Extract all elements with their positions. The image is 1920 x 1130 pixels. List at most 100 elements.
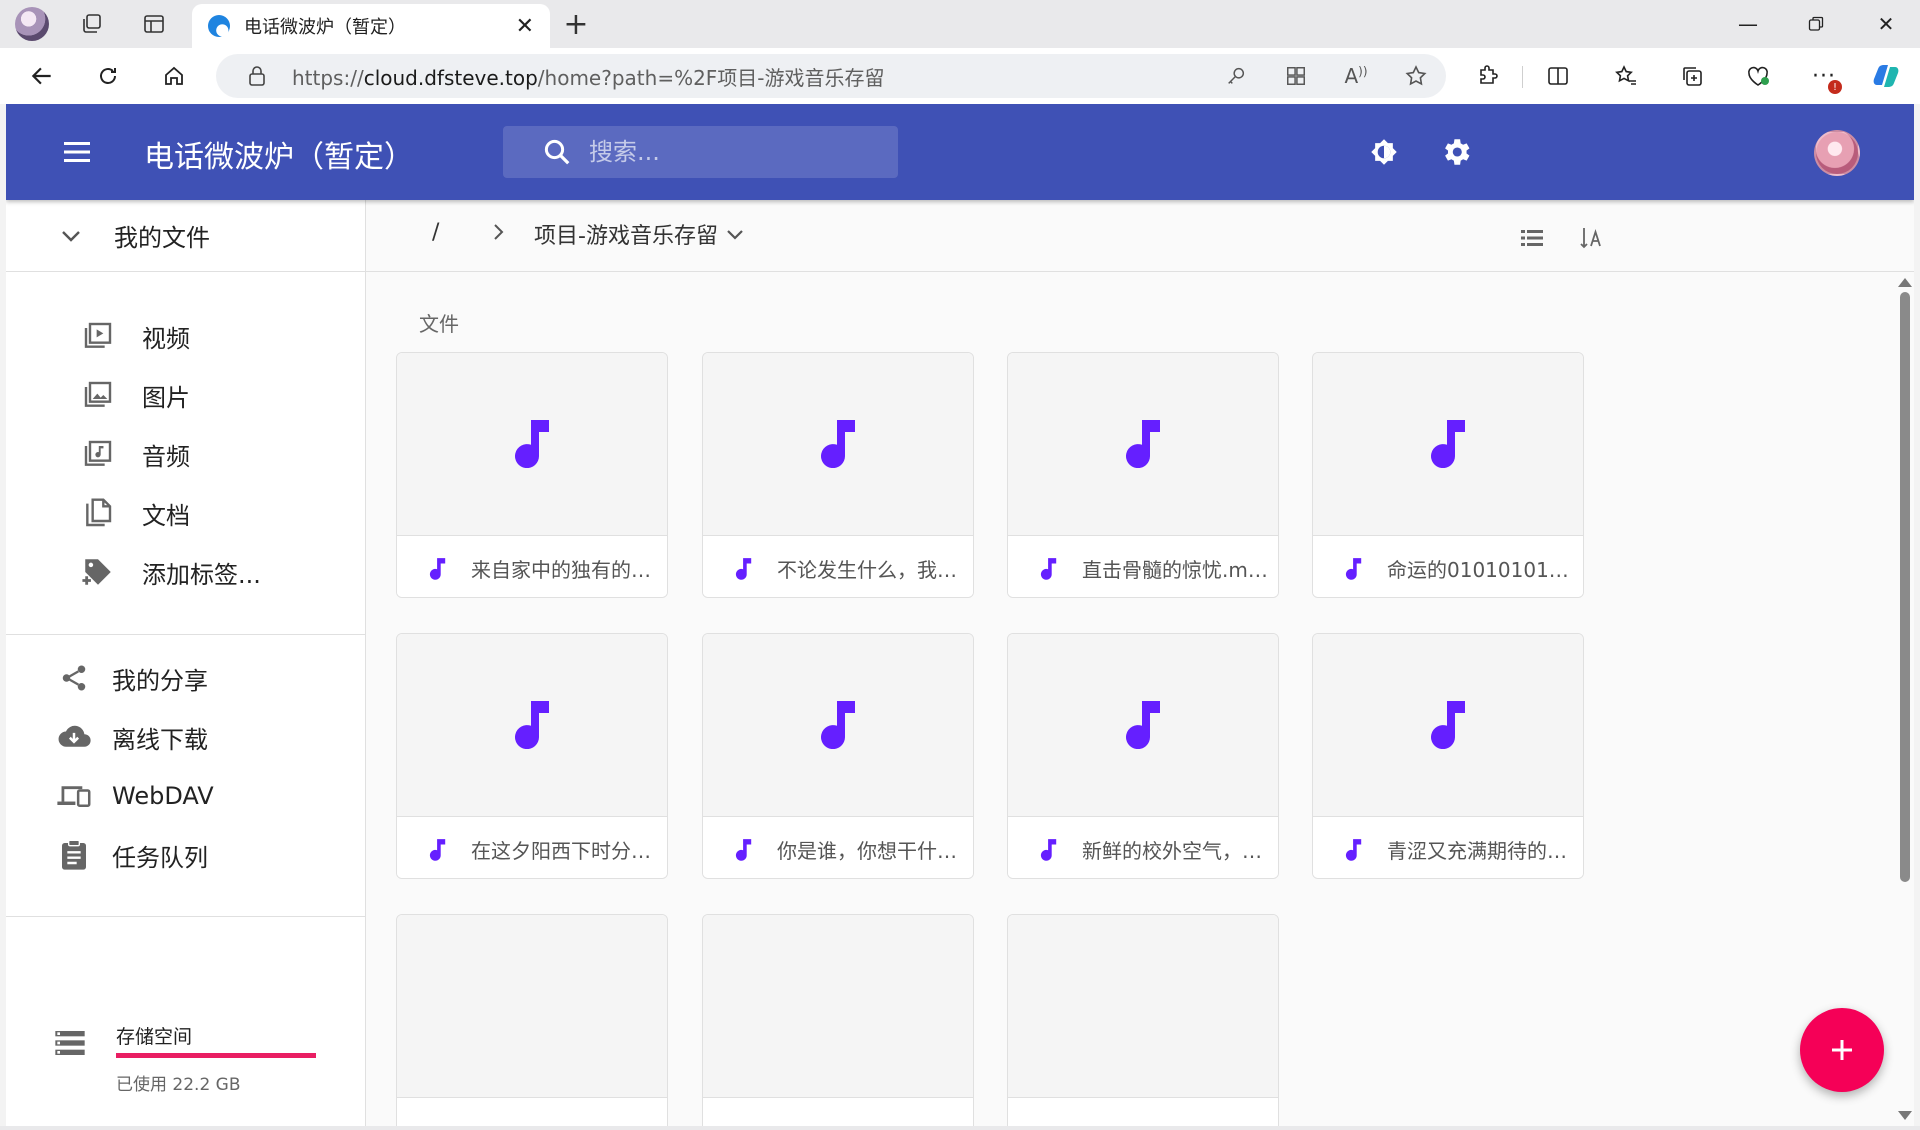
my-files-header[interactable]: 我的文件	[6, 200, 366, 272]
file-card[interactable]: 不论发生什么，我都...	[702, 352, 974, 598]
file-thumbnail	[703, 353, 973, 536]
scroll-down-arrow-icon[interactable]	[1898, 1111, 1912, 1120]
sidebar: 我的文件 视频 图片 音频 文档 添加标签... 我的分享 离线下载 WebDA…	[6, 200, 366, 1126]
file-card[interactable]: 新鲜的校外空气，悠...	[1007, 633, 1279, 879]
sidebar-item-add-tag[interactable]: 添加标签...	[6, 540, 366, 604]
file-name: 来自家中的独有的安...	[471, 557, 661, 582]
theme-toggle-button[interactable]	[1360, 128, 1408, 176]
url-text[interactable]: https://cloud.dfsteve.top/home?path=%2F项…	[292, 62, 1206, 91]
copilot-icon	[1873, 65, 1899, 87]
sort-button[interactable]	[1574, 220, 1610, 256]
file-card-placeholder[interactable]	[1007, 914, 1279, 1126]
file-card[interactable]: 直击骨髓的惊忧.mp3	[1007, 352, 1279, 598]
file-card[interactable]: 你是谁，你想干什么...	[702, 633, 974, 879]
music-note-icon	[513, 697, 553, 753]
sidebar-item-my-share[interactable]: 我的分享	[6, 646, 366, 710]
file-card[interactable]: 在这夕阳西下时分，...	[396, 633, 668, 879]
favorite-star-icon[interactable]	[1386, 54, 1446, 98]
browser-essentials-button[interactable]	[1734, 56, 1782, 96]
music-note-icon	[819, 697, 859, 753]
breadcrumb-root[interactable]: /	[432, 220, 439, 245]
file-card[interactable]: 命运的01010101开...	[1312, 352, 1584, 598]
app-title: 电话微波炉（暂定）	[144, 140, 414, 175]
brightness-icon	[1371, 139, 1397, 165]
tab-favicon	[208, 15, 230, 37]
sidebar-item-audio[interactable]: 音频	[6, 422, 366, 486]
music-note-icon	[1429, 416, 1469, 472]
add-fab-button[interactable]	[1800, 1008, 1884, 1092]
toolbar-separator	[1522, 66, 1523, 88]
refresh-button[interactable]	[88, 56, 128, 96]
file-card-placeholder[interactable]	[396, 914, 668, 1126]
app-bar: 电话微波炉（暂定）	[6, 104, 1914, 200]
tab-title: 电话微波炉（暂定）	[244, 17, 406, 38]
vertical-scrollbar[interactable]	[1894, 272, 1914, 1126]
menu-button[interactable]	[58, 132, 98, 172]
workspaces-button[interactable]	[72, 8, 112, 40]
share-icon	[56, 660, 92, 696]
user-avatar[interactable]	[1814, 130, 1860, 176]
lock-icon[interactable]	[246, 65, 268, 87]
search-input[interactable]	[589, 138, 889, 166]
search-box[interactable]	[503, 126, 898, 178]
sidebar-item-documents[interactable]: 文档	[6, 481, 366, 545]
file-card[interactable]: 来自家中的独有的安...	[396, 352, 668, 598]
breadcrumb-current-folder[interactable]: 项目-游戏音乐存留	[534, 218, 744, 250]
chevron-down-icon	[56, 229, 86, 243]
app-window: 电话微波炉（暂定） 我的文件 视频	[6, 104, 1914, 1126]
file-name: 新鲜的校外空气，悠...	[1082, 838, 1272, 863]
tab-actions-icon	[144, 15, 164, 33]
file-name: 不论发生什么，我都...	[777, 557, 967, 582]
audio-file-icon	[1341, 837, 1367, 861]
sort-alpha-icon	[1580, 228, 1601, 249]
browser-profile-button[interactable]	[12, 7, 52, 41]
back-button[interactable]	[22, 56, 62, 96]
breadcrumb: / 项目-游戏音乐存留	[366, 200, 1914, 272]
sidebar-item-label: 视频	[142, 324, 190, 353]
close-window-button[interactable]: ✕	[1852, 0, 1920, 48]
split-screen-button[interactable]	[1534, 56, 1582, 96]
app-available-icon[interactable]	[1266, 54, 1326, 98]
file-name-row: 在这夕阳西下时分，...	[397, 818, 667, 878]
sidebar-item-webdav[interactable]: WebDAV	[6, 764, 366, 828]
storage-progress-fill	[116, 1053, 316, 1058]
address-bar[interactable]: https://cloud.dfsteve.top/home?path=%2F项…	[216, 54, 1446, 98]
hamburger-menu-icon	[64, 142, 90, 162]
section-label-files: 文件	[419, 312, 459, 336]
file-name-row: 来自家中的独有的安...	[397, 537, 667, 597]
settings-button[interactable]	[1432, 128, 1480, 176]
sidebar-item-video[interactable]: 视频	[6, 304, 366, 368]
scrollbar-thumb[interactable]	[1900, 292, 1910, 882]
sidebar-item-images[interactable]: 图片	[6, 363, 366, 427]
settings-more-button[interactable]: ··· !	[1800, 56, 1848, 96]
read-aloud-icon[interactable]: A))	[1326, 54, 1386, 98]
file-thumbnail	[1008, 915, 1278, 1098]
file-thumbnail	[703, 915, 973, 1098]
restore-button[interactable]	[1782, 0, 1850, 48]
sidebar-item-task-queue[interactable]: 任务队列	[6, 823, 366, 887]
view-mode-button[interactable]	[1514, 220, 1550, 256]
sidebar-item-label: 添加标签...	[142, 560, 261, 589]
sidebar-item-offline-download[interactable]: 离线下载	[6, 705, 366, 769]
my-files-label: 我的文件	[114, 224, 210, 252]
copilot-button[interactable]	[1862, 56, 1910, 96]
file-card[interactable]: 青涩又充满期待的新...	[1312, 633, 1584, 879]
devices-icon	[56, 778, 92, 814]
new-tab-button[interactable]: +	[558, 6, 594, 42]
tab-close-icon[interactable]: ✕	[516, 14, 534, 39]
browser-tab-active[interactable]: 电话微波炉（暂定） ✕	[192, 4, 550, 48]
extensions-button[interactable]	[1464, 56, 1512, 96]
password-key-icon[interactable]	[1206, 54, 1266, 98]
minimize-button[interactable]: —	[1714, 0, 1782, 48]
file-card-placeholder[interactable]	[702, 914, 974, 1126]
file-name: 青涩又充满期待的新...	[1387, 838, 1577, 863]
home-button[interactable]	[154, 56, 194, 96]
vertical-tabs-button[interactable]	[134, 8, 174, 40]
favorites-button[interactable]	[1602, 56, 1650, 96]
file-thumbnail	[397, 634, 667, 817]
audio-file-icon	[1036, 556, 1062, 580]
workspaces-icon	[83, 14, 101, 33]
cloud-download-icon	[56, 719, 92, 755]
scroll-up-arrow-icon[interactable]	[1898, 278, 1912, 287]
collections-button[interactable]	[1668, 56, 1716, 96]
